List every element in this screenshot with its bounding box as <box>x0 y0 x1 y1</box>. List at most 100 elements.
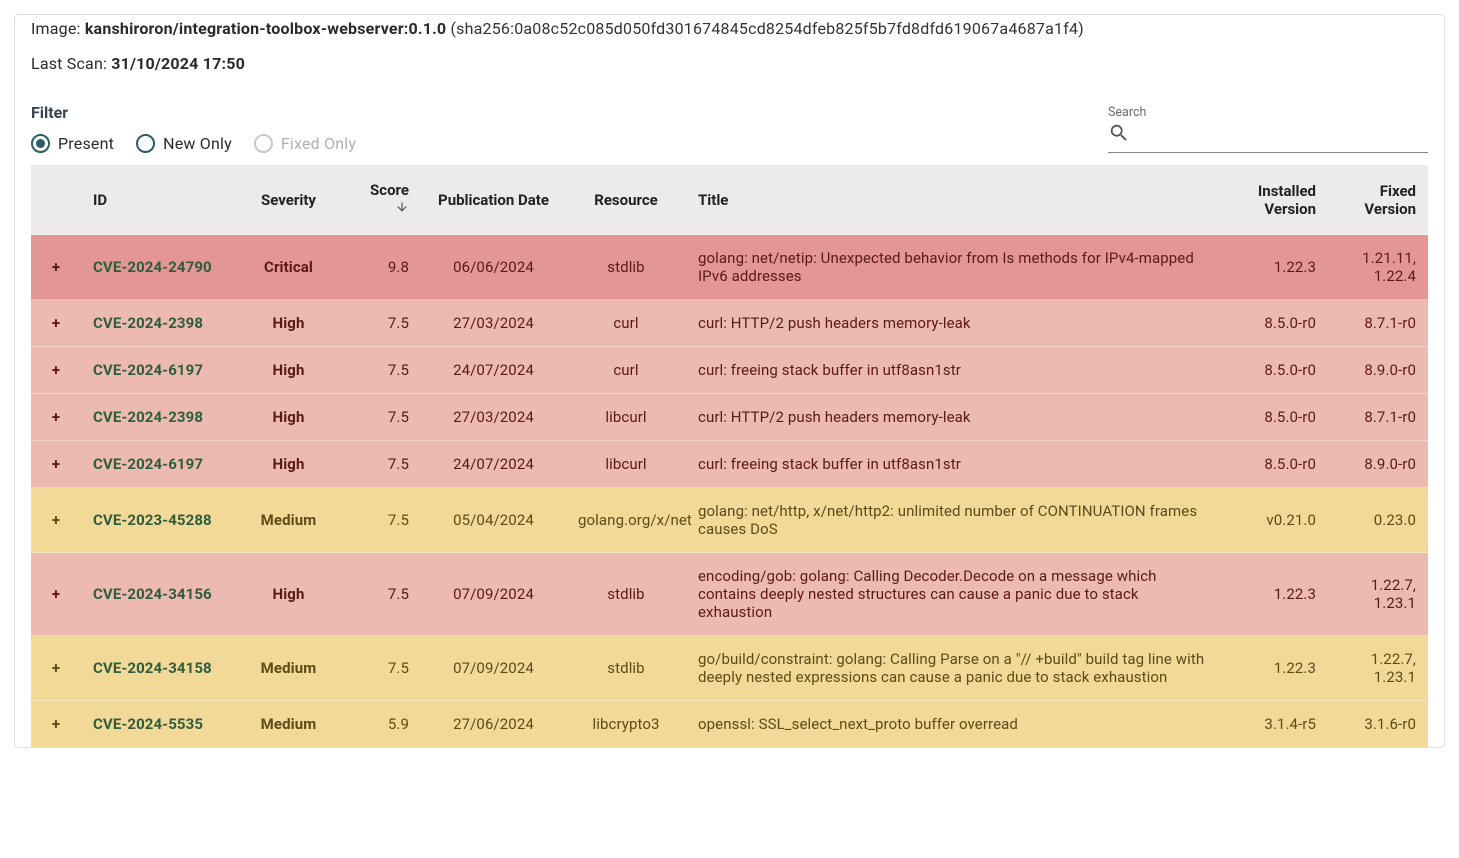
table-row: +CVE-2024-34156High7.507/09/2024stdliben… <box>31 553 1428 636</box>
cve-link[interactable]: CVE-2024-2398 <box>93 408 203 426</box>
vulnerabilities-panel: Image: kanshiroron/integration-toolbox-w… <box>14 14 1445 748</box>
id-cell: CVE-2024-6197 <box>81 441 236 488</box>
pub-date-cell: 05/04/2024 <box>421 488 566 553</box>
expand-button[interactable]: + <box>47 408 65 426</box>
search-block: Search <box>1108 105 1428 153</box>
cve-link[interactable]: CVE-2024-2398 <box>93 314 203 332</box>
resource-cell: stdlib <box>566 553 686 636</box>
cve-link[interactable]: CVE-2024-34158 <box>93 659 212 677</box>
installed-cell: 8.5.0-r0 <box>1218 347 1328 394</box>
fixed-cell: 1.22.7, 1.23.1 <box>1328 636 1428 701</box>
expand-button[interactable]: + <box>47 314 65 332</box>
expand-button[interactable]: + <box>47 715 65 733</box>
image-meta: Image: kanshiroron/integration-toolbox-w… <box>31 19 1428 42</box>
expand-cell: + <box>31 300 81 347</box>
resource-cell: libcurl <box>566 394 686 441</box>
resource-cell: curl <box>566 347 686 394</box>
id-cell: CVE-2024-34158 <box>81 636 236 701</box>
filter-title: Filter <box>31 103 356 122</box>
installed-cell: v0.21.0 <box>1218 488 1328 553</box>
pub-date-cell: 27/03/2024 <box>421 300 566 347</box>
table-row: +CVE-2024-34158Medium7.507/09/2024stdlib… <box>31 636 1428 701</box>
image-name: kanshiroron/integration-toolbox-webserve… <box>85 19 447 38</box>
expand-button[interactable]: + <box>47 455 65 473</box>
col-resource[interactable]: Resource <box>566 165 686 235</box>
score-cell: 7.5 <box>341 441 421 488</box>
pub-date-cell: 07/09/2024 <box>421 636 566 701</box>
fixed-cell: 1.21.11, 1.22.4 <box>1328 235 1428 300</box>
table-row: +CVE-2024-2398High7.527/03/2024libcurlcu… <box>31 394 1428 441</box>
installed-cell: 1.22.3 <box>1218 235 1328 300</box>
search-input[interactable] <box>1136 127 1428 144</box>
expand-button[interactable]: + <box>47 511 65 529</box>
installed-cell: 1.22.3 <box>1218 636 1328 701</box>
col-id[interactable]: ID <box>81 165 236 235</box>
score-cell: 7.5 <box>341 488 421 553</box>
title-cell: curl: HTTP/2 push headers memory-leak <box>686 300 1218 347</box>
fixed-cell: 8.9.0-r0 <box>1328 347 1428 394</box>
expand-button[interactable]: + <box>47 258 65 276</box>
id-cell: CVE-2024-24790 <box>81 235 236 300</box>
score-cell: 7.5 <box>341 347 421 394</box>
radio-icon <box>136 134 155 153</box>
filter-radio-new-only[interactable]: New Only <box>136 134 232 153</box>
pub-date-cell: 24/07/2024 <box>421 441 566 488</box>
fixed-cell: 8.7.1-r0 <box>1328 300 1428 347</box>
expand-cell: + <box>31 488 81 553</box>
filter-radio-group: Present New Only Fixed Only <box>31 134 356 153</box>
radio-icon <box>254 134 273 153</box>
table-row: +CVE-2024-2398High7.527/03/2024curlcurl:… <box>31 300 1428 347</box>
severity-cell: Medium <box>236 636 341 701</box>
vulnerability-table: ID Severity Score Publication Date Resou… <box>31 165 1428 747</box>
search-label: Search <box>1108 105 1428 120</box>
cve-link[interactable]: CVE-2024-5535 <box>93 715 203 733</box>
expand-button[interactable]: + <box>47 585 65 603</box>
cve-link[interactable]: CVE-2024-6197 <box>93 455 203 473</box>
cve-link[interactable]: CVE-2024-24790 <box>93 258 212 276</box>
fixed-cell: 8.7.1-r0 <box>1328 394 1428 441</box>
col-pub-date[interactable]: Publication Date <box>421 165 566 235</box>
col-installed[interactable]: Installed Version <box>1218 165 1328 235</box>
cve-link[interactable]: CVE-2024-34156 <box>93 585 212 603</box>
resource-cell: libcurl <box>566 441 686 488</box>
installed-cell: 1.22.3 <box>1218 553 1328 636</box>
score-cell: 7.5 <box>341 636 421 701</box>
id-cell: CVE-2024-2398 <box>81 394 236 441</box>
search-input-wrap <box>1108 122 1428 153</box>
installed-cell: 8.5.0-r0 <box>1218 300 1328 347</box>
filter-block: Filter Present New Only Fixed Only <box>31 103 356 153</box>
expand-button[interactable]: + <box>47 361 65 379</box>
col-score[interactable]: Score <box>341 165 421 235</box>
table-row: +CVE-2024-24790Critical9.806/06/2024stdl… <box>31 235 1428 300</box>
cve-link[interactable]: CVE-2023-45288 <box>93 511 212 529</box>
resource-cell: golang.org/x/net <box>566 488 686 553</box>
expand-cell: + <box>31 235 81 300</box>
id-cell: CVE-2024-2398 <box>81 300 236 347</box>
score-cell: 7.5 <box>341 553 421 636</box>
last-scan-value: 31/10/2024 17:50 <box>111 54 245 73</box>
col-fixed[interactable]: Fixed Version <box>1328 165 1428 235</box>
search-icon <box>1108 122 1130 148</box>
image-label: Image: <box>31 19 85 38</box>
filter-radio-present[interactable]: Present <box>31 134 114 153</box>
id-cell: CVE-2024-6197 <box>81 347 236 394</box>
severity-cell: High <box>236 394 341 441</box>
title-cell: curl: freeing stack buffer in utf8asn1st… <box>686 441 1218 488</box>
expand-button[interactable]: + <box>47 659 65 677</box>
severity-cell: Medium <box>236 701 341 748</box>
expand-cell: + <box>31 394 81 441</box>
table-row: +CVE-2024-6197High7.524/07/2024libcurlcu… <box>31 441 1428 488</box>
filter-radio-label: Fixed Only <box>281 134 356 153</box>
last-scan-label: Last Scan: <box>31 54 111 73</box>
filter-radio-label: Present <box>58 134 114 153</box>
col-title[interactable]: Title <box>686 165 1218 235</box>
table-row: +CVE-2024-5535Medium5.927/06/2024libcryp… <box>31 701 1428 748</box>
severity-cell: High <box>236 553 341 636</box>
expand-cell: + <box>31 701 81 748</box>
col-severity[interactable]: Severity <box>236 165 341 235</box>
cve-link[interactable]: CVE-2024-6197 <box>93 361 203 379</box>
table-row: +CVE-2024-6197High7.524/07/2024curlcurl:… <box>31 347 1428 394</box>
expand-cell: + <box>31 553 81 636</box>
arrow-down-icon <box>395 200 409 218</box>
radio-icon <box>31 134 50 153</box>
